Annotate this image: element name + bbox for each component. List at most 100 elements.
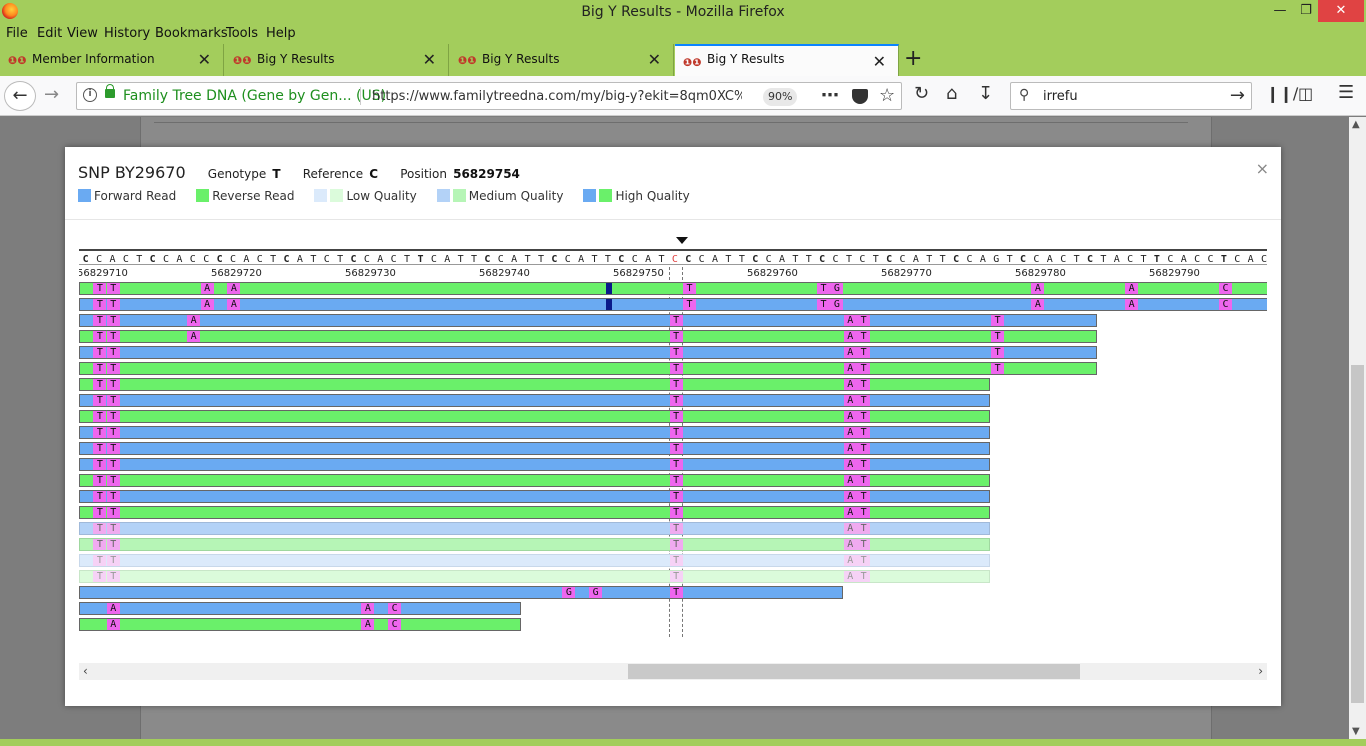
menu-file[interactable]: File (6, 26, 28, 41)
read-row[interactable]: GGT (79, 586, 843, 599)
read-row[interactable]: TTTAT (79, 522, 991, 535)
read-row[interactable]: TTTATT (79, 362, 1098, 375)
mismatch-base: A (843, 555, 857, 566)
read-row[interactable]: AAC (79, 618, 522, 631)
read-row[interactable]: TTTAT (79, 570, 991, 583)
mismatch-base: A (843, 523, 857, 534)
mismatch-base: T (106, 283, 120, 294)
read-alignment-viewer[interactable]: CCACTCCACCCCACTCATCTCCACTTCATTCCATTCCATT… (79, 237, 1267, 647)
tab-big-y-results-active[interactable]: ❶❶ Big Y Results ✕ (675, 44, 899, 76)
read-row[interactable]: TTTAT (79, 538, 991, 551)
search-input[interactable]: irrefu (1043, 89, 1078, 104)
page-vertical-scrollbar[interactable]: ▲ ▼ (1349, 117, 1366, 739)
scroll-thumb[interactable] (1351, 365, 1364, 703)
mismatch-base: A (187, 331, 201, 342)
reference-base: A (511, 254, 518, 265)
reload-icon[interactable]: ↻ (914, 83, 929, 104)
tab-big-y-results-2[interactable]: ❶❶ Big Y Results ✕ (450, 44, 674, 76)
legend-label: Reverse Read (212, 189, 295, 203)
search-box[interactable]: ⚲ irrefu → (1010, 82, 1252, 110)
read-row[interactable]: TTTAT (79, 474, 991, 487)
read-row[interactable]: TTAATTGAAC (79, 298, 1267, 311)
legend-label: Medium Quality (468, 189, 564, 203)
url-bar[interactable]: i Family Tree DNA (Gene by Gen... (US) h… (76, 82, 902, 110)
library-icon[interactable]: ❙❙∕ (1266, 84, 1298, 103)
legend-item: Medium Quality (436, 189, 564, 203)
home-icon[interactable]: ⌂ (946, 83, 957, 104)
reference-base: T (136, 254, 143, 265)
read-row[interactable]: TTTAT (79, 554, 991, 567)
reference-base: C (229, 254, 236, 265)
read-row[interactable]: AAC (79, 602, 522, 615)
read-row[interactable]: TTTAT (79, 458, 991, 471)
close-window-button[interactable]: ✕ (1318, 0, 1364, 22)
tab-big-y-results-1[interactable]: ❶❶ Big Y Results ✕ (225, 44, 449, 76)
mismatch-base: C (1219, 299, 1232, 310)
reference-base: T (1100, 254, 1107, 265)
lock-icon[interactable] (105, 84, 115, 98)
mismatch-base: T (857, 459, 871, 470)
reference-base: A (778, 254, 786, 265)
read-row[interactable]: TTTAT (79, 506, 991, 519)
reference-base: C (96, 254, 103, 265)
reference-base: T (939, 254, 946, 265)
scroll-down-icon[interactable]: ▼ (1352, 726, 1360, 737)
read-row[interactable]: TTTATT (79, 346, 1098, 359)
menu-history[interactable]: History (104, 26, 150, 41)
info-icon[interactable]: i (83, 88, 97, 102)
read-row[interactable]: TTTAT (79, 394, 991, 407)
download-icon[interactable]: ↧ (978, 83, 993, 104)
read-row[interactable]: TTTAT (79, 426, 991, 439)
deletion-mark (605, 299, 612, 310)
read-row[interactable]: TTATATT (79, 330, 1098, 343)
search-go-icon[interactable]: → (1230, 85, 1245, 106)
mismatch-base: T (669, 363, 683, 374)
reference-base: T (457, 254, 464, 265)
new-tab-button[interactable]: + (904, 46, 922, 71)
scroll-left-icon[interactable]: ‹ (83, 664, 88, 678)
read-row[interactable]: TTTAT (79, 410, 991, 423)
menu-bookmarks[interactable]: Bookmarks (155, 26, 228, 41)
mismatch-base: A (843, 379, 857, 390)
page-divider (154, 122, 1188, 123)
mismatch-base: T (106, 427, 120, 438)
zoom-level-badge[interactable]: 90% (763, 88, 798, 106)
tab-member-information[interactable]: ❶❶ Member Information ✕ (0, 44, 224, 76)
read-row[interactable]: TTTAT (79, 490, 991, 503)
forward-button[interactable]: → (44, 84, 59, 105)
scroll-right-icon[interactable]: › (1258, 664, 1263, 678)
menu-edit[interactable]: Edit (37, 26, 62, 41)
reference-base: C (1033, 254, 1040, 265)
pocket-icon[interactable] (852, 89, 868, 104)
viewer-scroll-thumb[interactable] (628, 664, 1080, 679)
scroll-up-icon[interactable]: ▲ (1352, 119, 1360, 130)
url-text[interactable]: https://www.familytreedna.com/my/big-y?e… (372, 89, 742, 104)
close-tab-icon[interactable]: ✕ (198, 50, 211, 69)
menu-help[interactable]: Help (266, 26, 296, 41)
legend-swatch (314, 189, 328, 202)
reference-base: A (1113, 254, 1120, 265)
bookmark-star-icon[interactable]: ☆ (879, 85, 895, 106)
site-identity[interactable]: Family Tree DNA (Gene by Gen... (US) (123, 88, 386, 104)
url-separator (360, 87, 361, 105)
page-actions-icon[interactable]: ⋯ (821, 85, 839, 106)
hamburger-menu-icon[interactable]: ☰ (1338, 82, 1354, 103)
close-tab-icon[interactable]: ✕ (648, 50, 661, 69)
minimize-button[interactable]: — (1270, 0, 1290, 22)
menu-view[interactable]: View (67, 26, 98, 41)
back-button[interactable]: ← (4, 81, 36, 111)
reference-base: C (953, 254, 960, 265)
sidebar-icon[interactable]: ◫ (1298, 84, 1313, 103)
menu-tools[interactable]: Tools (226, 26, 258, 41)
maximize-button[interactable]: ❐ (1296, 0, 1316, 22)
mismatch-base: T (93, 379, 107, 390)
read-row[interactable]: TTAATTGAAC (79, 282, 1267, 295)
close-modal-icon[interactable]: × (1256, 159, 1269, 178)
read-row[interactable]: TTTAT (79, 378, 991, 391)
close-tab-icon[interactable]: ✕ (873, 52, 886, 71)
read-row[interactable]: TTTAT (79, 442, 991, 455)
read-row[interactable]: TTATATT (79, 314, 1098, 327)
mismatch-base: T (93, 331, 107, 342)
close-tab-icon[interactable]: ✕ (423, 50, 436, 69)
viewer-horizontal-scrollbar[interactable]: ‹ › (79, 663, 1267, 680)
